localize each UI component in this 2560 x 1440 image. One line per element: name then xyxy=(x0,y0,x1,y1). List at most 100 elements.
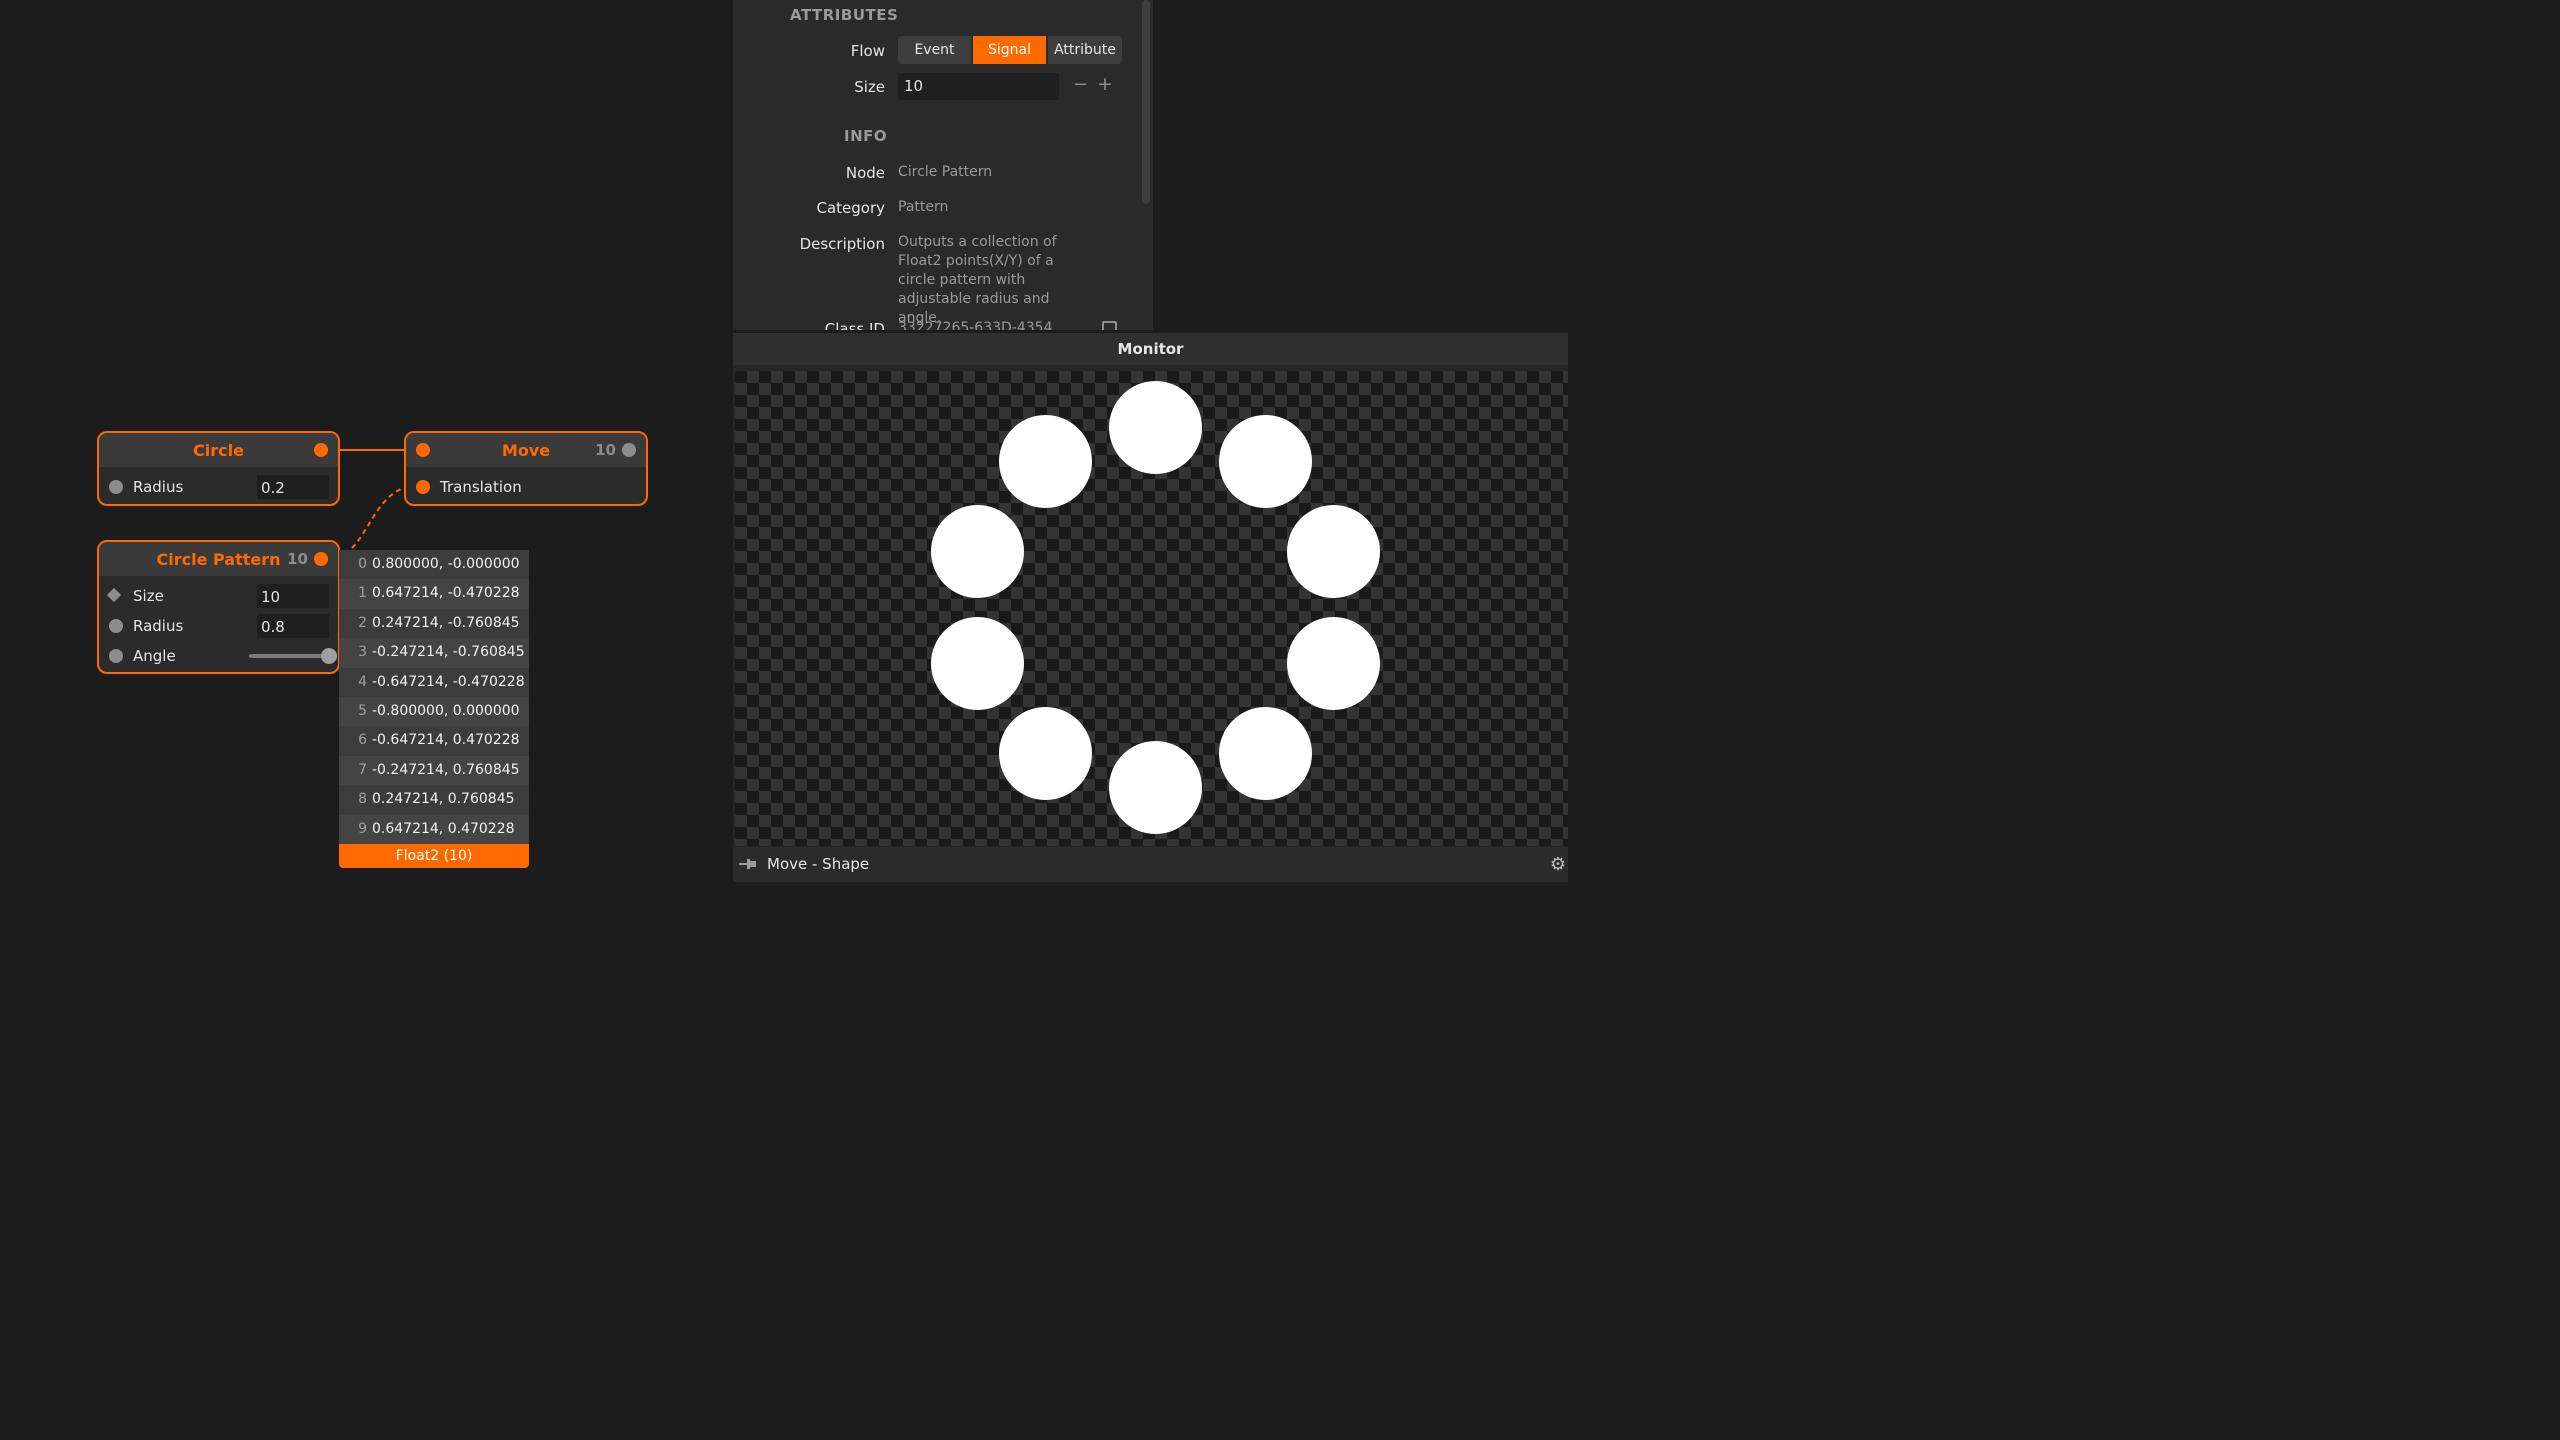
data-list-index: 2 xyxy=(358,614,367,631)
data-list-item: 9 0.647214, 0.470228 xyxy=(339,814,529,844)
attributes-scrollbar[interactable] xyxy=(1142,0,1150,204)
pattern-angle-slider-fill xyxy=(249,654,329,658)
circle-pattern-node[interactable]: Circle Pattern 10 Size 10 Radius 0.8 Ang… xyxy=(97,540,340,674)
circle-node-title: Circle xyxy=(193,440,244,460)
copy-icon[interactable] xyxy=(1102,321,1117,330)
data-list-value: -0.647214, -0.470228 xyxy=(372,673,525,690)
data-list-value: 0.647214, 0.470228 xyxy=(372,820,515,837)
data-list-value: 0.247214, -0.760845 xyxy=(372,614,520,631)
circle-pattern-output-port[interactable] xyxy=(314,552,328,566)
pattern-radius-field[interactable]: 0.8 xyxy=(257,614,329,638)
monitor-circle-shape xyxy=(1218,415,1312,509)
move-translation-label: Translation xyxy=(440,478,522,496)
node-value: Circle Pattern xyxy=(898,164,993,180)
data-list-index: 5 xyxy=(358,702,367,719)
monitor-panel: Monitor Move - Shape ⚙ xyxy=(733,333,1568,882)
pattern-size-row: Size 10 xyxy=(99,581,338,611)
pattern-angle-row: Angle xyxy=(99,641,338,671)
pattern-angle-slider[interactable] xyxy=(249,648,337,664)
monitor-canvas[interactable] xyxy=(735,371,1568,846)
pattern-radius-input-port[interactable] xyxy=(109,619,123,633)
monitor-circle-shape xyxy=(1109,741,1202,834)
pattern-size-label: Size xyxy=(133,587,164,605)
move-shape-input-port[interactable] xyxy=(416,443,430,457)
monitor-circle-shape xyxy=(1286,505,1380,599)
monitor-circle-shape xyxy=(931,616,1025,710)
move-translation-input-port[interactable] xyxy=(416,480,430,494)
circle-pattern-node-count: 10 xyxy=(287,550,308,568)
monitor-footer-bar: Move - Shape ⚙ xyxy=(733,847,1568,882)
category-value: Pattern xyxy=(898,199,949,215)
data-list-item: 2 0.247214, -0.760845 xyxy=(339,608,529,639)
class-id-label: Class ID xyxy=(824,320,885,330)
data-list-index: 9 xyxy=(358,820,367,837)
data-list-value: -0.247214, -0.760845 xyxy=(372,644,525,661)
pattern-size-field[interactable]: 10 xyxy=(257,584,329,608)
flow-option-signal[interactable]: Signal xyxy=(973,36,1046,64)
data-list-index: 8 xyxy=(358,791,367,808)
data-list-index: 3 xyxy=(358,644,367,661)
wire-pattern-to-translation xyxy=(351,485,413,549)
data-list-value: -0.647214, 0.470228 xyxy=(372,732,520,749)
pattern-radius-label: Radius xyxy=(133,617,184,635)
data-list-value: -0.800000, 0.000000 xyxy=(372,702,520,719)
data-list-value: 0.247214, 0.760845 xyxy=(372,791,515,808)
data-list-footer: Float2 (10) xyxy=(339,843,529,868)
data-list-value: -0.247214, 0.760845 xyxy=(372,761,520,778)
move-node-count: 10 xyxy=(595,441,616,459)
data-list-index: 1 xyxy=(358,585,367,602)
attributes-section-title: ATTRIBUTES xyxy=(790,6,899,24)
size-input[interactable]: 10 xyxy=(898,73,1059,100)
circle-output-port[interactable] xyxy=(314,443,328,457)
move-node-header[interactable]: Move 10 xyxy=(406,433,646,467)
circle-radius-label: Radius xyxy=(133,478,184,496)
monitor-circle-shape xyxy=(999,415,1093,509)
data-list-item: 7 -0.247214, 0.760845 xyxy=(339,755,529,786)
class-id-value: 33227265-633D-4354 xyxy=(898,320,1053,330)
flow-label: Flow xyxy=(850,42,885,60)
size-label: Size xyxy=(854,78,885,96)
flow-option-attribute[interactable]: Attribute xyxy=(1048,36,1122,64)
data-list-index: 7 xyxy=(358,761,367,778)
output-data-list: 0 0.800000, -0.000000 1 0.647214, -0.470228… xyxy=(339,550,529,868)
monitor-circle-shape xyxy=(1109,381,1202,474)
circle-pattern-node-header[interactable]: Circle Pattern 10 xyxy=(99,542,338,576)
move-node[interactable]: Move 10 Translation xyxy=(404,431,648,506)
circle-radius-row: Radius 0.2 xyxy=(99,472,338,502)
move-node-title: Move xyxy=(501,440,551,460)
move-output-port[interactable] xyxy=(622,443,636,457)
pattern-radius-row: Radius 0.8 xyxy=(99,611,338,641)
info-section-title: INFO xyxy=(844,127,888,145)
data-list-item: 4 -0.647214, -0.470228 xyxy=(339,667,529,697)
data-list-item: 1 0.647214, -0.470228 xyxy=(339,579,529,609)
circle-radius-input-port[interactable] xyxy=(109,480,123,494)
circle-radius-field[interactable]: 0.2 xyxy=(257,475,329,499)
size-increment-button[interactable]: + xyxy=(1097,73,1113,95)
pin-icon[interactable] xyxy=(739,857,757,871)
data-list-item: 3 -0.247214, -0.760845 xyxy=(339,638,529,668)
category-label: Category xyxy=(816,199,885,217)
circle-node[interactable]: Circle Radius 0.2 xyxy=(97,431,340,506)
pattern-size-diamond-port[interactable] xyxy=(106,587,122,603)
size-decrement-button[interactable]: − xyxy=(1073,74,1088,95)
description-label: Description xyxy=(799,235,885,253)
circle-node-header[interactable]: Circle xyxy=(99,433,338,467)
move-translation-row: Translation xyxy=(406,472,646,502)
data-list-index: 0 xyxy=(358,556,367,572)
data-list-index: 6 xyxy=(358,732,367,749)
circle-pattern-node-title: Circle Pattern xyxy=(156,549,281,569)
pattern-angle-slider-knob[interactable] xyxy=(321,648,337,664)
monitor-circle-shape xyxy=(1286,616,1380,710)
gear-icon[interactable]: ⚙ xyxy=(1550,847,1566,882)
data-list-item: 5 -0.800000, 0.000000 xyxy=(339,696,529,727)
pattern-angle-label: Angle xyxy=(133,647,176,665)
monitor-circle-shape xyxy=(931,505,1025,599)
flow-option-event[interactable]: Event xyxy=(898,36,971,64)
pattern-angle-input-port[interactable] xyxy=(109,649,123,663)
data-list-item: 0 0.800000, -0.000000 xyxy=(339,550,529,580)
data-list-item: 6 -0.647214, 0.470228 xyxy=(339,726,529,756)
attributes-panel: ATTRIBUTES Flow Event Signal Attribute S… xyxy=(733,0,1153,330)
data-list-value: 0.647214, -0.470228 xyxy=(372,585,520,602)
monitor-circle-shape xyxy=(1218,706,1312,800)
data-list-value: 0.800000, -0.000000 xyxy=(372,556,520,572)
